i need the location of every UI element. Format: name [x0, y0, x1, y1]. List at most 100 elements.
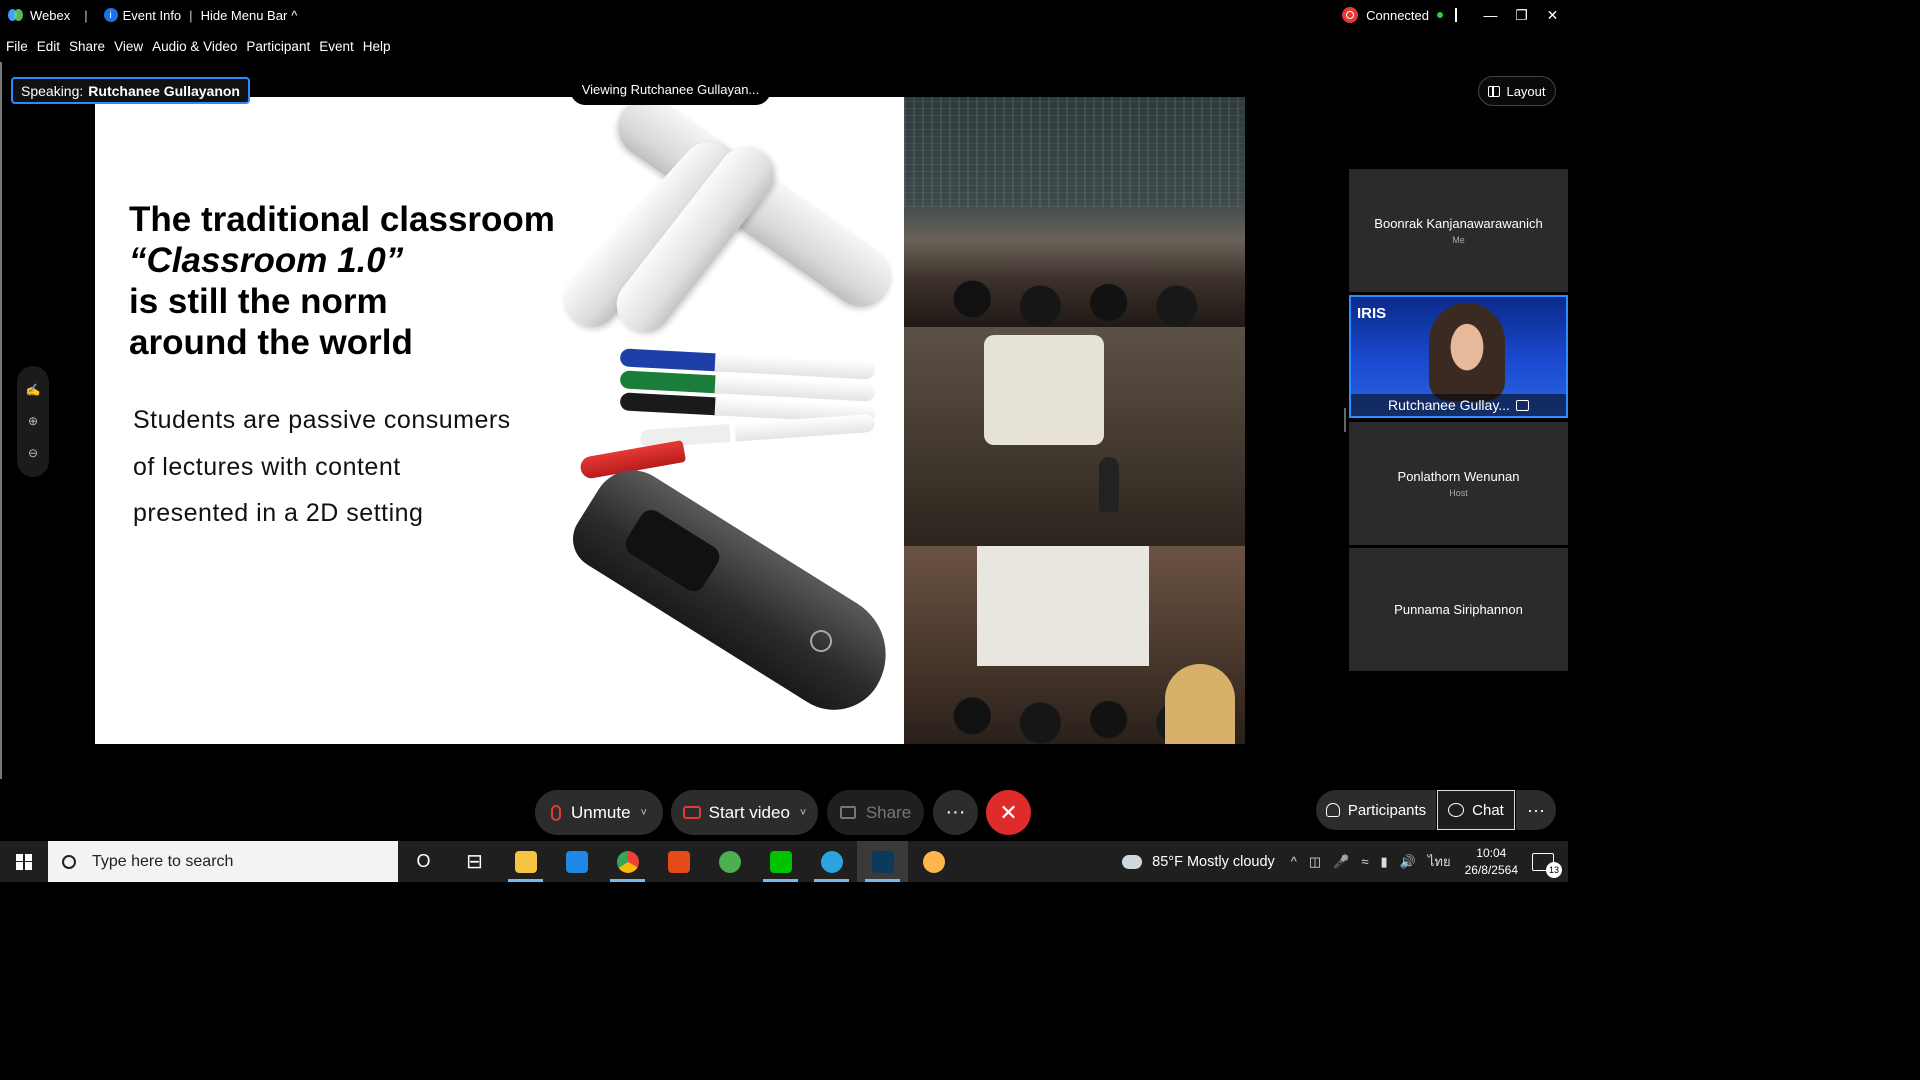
taskbar: Type here to search O ⊟ 85°F Mostly clou…	[0, 841, 1568, 882]
chevron-up-icon[interactable]: ^	[1291, 854, 1297, 869]
participant-tile[interactable]: Ponlathorn Wenunan Host	[1349, 422, 1568, 545]
slide-body-line: presented in a 2D setting	[133, 499, 424, 527]
zoom-out-icon[interactable]: ⊖	[28, 446, 38, 460]
participant-tile[interactable]: Boonrak Kanjanawarawanich Me	[1349, 169, 1568, 292]
more-options-button[interactable]: ···	[933, 790, 978, 835]
start-button[interactable]	[0, 841, 48, 882]
clock-time: 10:04	[1476, 845, 1507, 860]
menu-share[interactable]: Share	[69, 39, 105, 54]
sharing-icon	[1515, 399, 1529, 411]
slide-body-line: Students are passive consumers	[133, 406, 511, 434]
tray-app-icon[interactable]: ◫	[1309, 854, 1321, 870]
participant-tile[interactable]: Punnama Siriphannon	[1349, 548, 1568, 671]
event-info-button[interactable]: i Event Info	[103, 7, 182, 23]
titlebar-right: Connected — ❐ ✕	[1342, 0, 1568, 30]
system-tray: 85°F Mostly cloudy ^ ◫ 🎤 ≈ ▮ 🔊 ไทย 10:04…	[1122, 841, 1568, 882]
app-name: Webex	[30, 7, 71, 23]
title-bar: Webex | i Event Info | Hide Menu Bar ^ C…	[0, 0, 1568, 30]
chat-panel-button[interactable]: Chat	[1437, 790, 1515, 830]
speaking-prefix: Speaking:	[21, 82, 84, 99]
close-button[interactable]: ✕	[1537, 0, 1568, 30]
panel-resize-handle[interactable]	[1344, 408, 1346, 432]
more-panels-button[interactable]: ···	[1516, 790, 1556, 830]
participant-tile-active-speaker[interactable]: IRIS Rutchanee Gullay...	[1349, 295, 1568, 418]
chrome-icon[interactable]	[602, 841, 653, 882]
input-language[interactable]: ไทย	[1428, 851, 1451, 872]
annotation-toolbar: ✍ ⊕ ⊖	[17, 366, 49, 477]
divider	[1455, 8, 1457, 22]
video-off-icon	[682, 806, 701, 819]
cloudy-weather-icon	[1122, 854, 1143, 869]
notification-icon[interactable]: 13	[1532, 852, 1562, 878]
speaking-indicator: Speaking: Rutchanee Gullayanon	[11, 77, 250, 104]
lecture-hall-photo	[904, 97, 1245, 327]
leave-meeting-button[interactable]: ✕	[986, 790, 1031, 835]
slide-title-line: The traditional classroom	[129, 200, 555, 239]
connected-indicator-icon	[1437, 12, 1443, 18]
title-separator: |	[84, 7, 88, 23]
participant-role: Host	[1449, 488, 1468, 498]
clock-date: 26/8/2564	[1464, 862, 1518, 877]
unmute-button[interactable]: Unmute ˅	[535, 790, 663, 835]
menu-help[interactable]: Help	[363, 39, 391, 54]
participant-name: Punnama Siriphannon	[1394, 602, 1523, 617]
participants-panel-button[interactable]: Participants	[1316, 790, 1436, 830]
share-button[interactable]: Share	[827, 790, 924, 835]
restore-button[interactable]: ❐	[1506, 0, 1537, 30]
chevron-down-icon[interactable]: ˅	[800, 807, 806, 819]
taskbar-search[interactable]: Type here to search	[48, 841, 398, 882]
hide-menu-bar-button[interactable]: Hide Menu Bar ^	[201, 8, 298, 23]
battery-icon[interactable]: ▮	[1381, 854, 1388, 870]
menu-participant[interactable]: Participant	[246, 39, 310, 54]
layout-button[interactable]: Layout	[1478, 76, 1556, 106]
webex-taskbar-icon[interactable]	[857, 841, 908, 882]
start-video-button[interactable]: Start video ˅	[671, 790, 818, 835]
chat-label: Chat	[1472, 801, 1504, 819]
menu-event[interactable]: Event	[319, 39, 354, 54]
file-explorer-icon[interactable]	[500, 841, 551, 882]
participant-name-bar: Rutchanee Gullay...	[1351, 394, 1566, 416]
menu-edit[interactable]: Edit	[37, 39, 60, 54]
task-view-icon[interactable]: ⊟	[449, 841, 500, 882]
layout-label: Layout	[1506, 83, 1546, 99]
participant-name: Boonrak Kanjanawarawanich	[1374, 216, 1543, 231]
telegram-icon[interactable]	[806, 841, 857, 882]
minimize-button[interactable]: —	[1475, 0, 1506, 30]
chevron-up-icon: ^	[291, 7, 298, 23]
menu-view[interactable]: View	[114, 39, 143, 54]
l-app-icon[interactable]	[551, 841, 602, 882]
hide-menu-label: Hide Menu Bar	[200, 7, 288, 23]
speaking-name: Rutchanee Gullayanon	[88, 82, 240, 99]
share-icon	[839, 806, 856, 819]
slide-title-line: is still the norm	[129, 282, 388, 321]
paint-app-icon[interactable]	[908, 841, 959, 882]
office-icon[interactable]	[653, 841, 704, 882]
notification-count: 13	[1546, 861, 1562, 878]
annotate-icon[interactable]: ✍	[26, 383, 41, 397]
slide-body: Students are passive consumers of lectur…	[133, 397, 511, 537]
layout-icon	[1488, 85, 1501, 97]
cortana-icon[interactable]: O	[398, 841, 449, 882]
menu-audio-video[interactable]: Audio & Video	[152, 39, 237, 54]
clock[interactable]: 10:04 26/8/2564	[1465, 845, 1518, 879]
event-info-label: Event Info	[122, 7, 182, 23]
lecture-projector-photo	[904, 327, 1245, 546]
presenter-remote-image	[561, 455, 904, 729]
participants-label: Participants	[1347, 801, 1427, 819]
microphone-icon[interactable]: 🎤	[1333, 854, 1349, 870]
muted-mic-icon	[551, 804, 562, 821]
weather-text[interactable]: 85°F Mostly cloudy	[1152, 854, 1275, 870]
volume-icon[interactable]: 🔊	[1400, 854, 1416, 870]
participant-role: Me	[1452, 235, 1465, 245]
wifi-icon[interactable]: ≈	[1361, 854, 1368, 869]
search-icon	[62, 854, 76, 869]
share-label: Share	[865, 802, 912, 822]
menu-file[interactable]: File	[6, 39, 28, 54]
network-app-icon[interactable]	[704, 841, 755, 882]
person-icon	[1325, 803, 1340, 817]
line-app-icon[interactable]	[755, 841, 806, 882]
recording-icon	[1342, 7, 1359, 23]
chevron-down-icon[interactable]: ˅	[641, 807, 647, 819]
menu-bar: File Edit Share View Audio & Video Parti…	[0, 34, 394, 58]
zoom-in-icon[interactable]: ⊕	[28, 414, 38, 428]
